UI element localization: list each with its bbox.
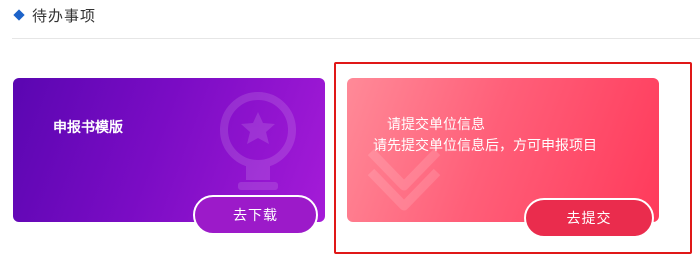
diamond-icon (13, 9, 25, 21)
trophy-icon (220, 92, 296, 190)
todo-page: 待办事项 申报书模版 请提交单位信息 请先提交单位信息后，方可申报项目 去下载 … (0, 0, 700, 266)
section-title: 待办事项 (32, 6, 97, 25)
section-header: 待办事项 (12, 4, 96, 26)
company-card-description: 请先提交单位信息后，方可申报项目 (373, 138, 597, 154)
submit-company-info-button[interactable]: 去提交 (524, 198, 654, 238)
section-divider (12, 38, 700, 39)
download-button[interactable]: 去下载 (193, 195, 318, 235)
template-card-title: 申报书模版 (53, 120, 123, 136)
company-card-title: 请提交单位信息 (387, 117, 485, 133)
